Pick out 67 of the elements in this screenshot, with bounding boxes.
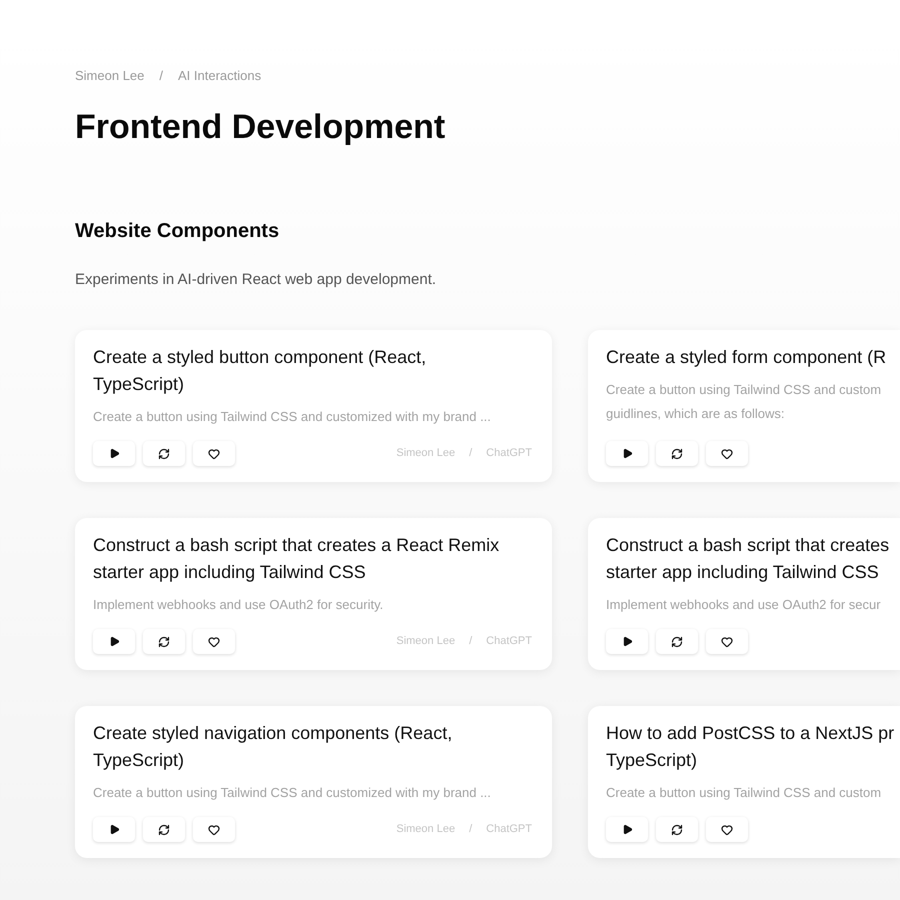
refresh-icon — [158, 824, 170, 836]
card-author: Simeon Lee — [396, 634, 456, 650]
play-icon — [108, 824, 120, 835]
card-title: Create a styled form component (R — [606, 346, 888, 369]
play-icon — [108, 448, 120, 459]
heart-icon — [721, 636, 733, 648]
card-description: Create a button using Tailwind CSS and custom — [606, 784, 882, 802]
prompt-card[interactable]: Create a styled button component (React, TypeScript) Create a button using Tailwind CSS and customized with my brand ... Simeon Lee / ChatGPT — [75, 330, 552, 482]
refresh-button[interactable] — [656, 441, 698, 466]
prompt-card[interactable]: How to add PostCSS to a NextJS pr TypeScript) Create a button using Tailwind CSS and custom — [588, 706, 900, 858]
prompt-card[interactable]: Construct a bash script that creates a React Remix starter app including Tailwind CSS Implement webhooks and use OAuth2 for security. Simeon Lee / ChatGPT — [75, 518, 552, 670]
card-author: Simeon Lee — [396, 822, 456, 838]
play-icon — [622, 636, 632, 647]
refresh-icon — [671, 636, 683, 648]
play-button[interactable] — [606, 441, 648, 466]
card-model: ChatGPT — [486, 822, 532, 838]
prompt-card[interactable]: Construct a bash script that creates starter app including Tailwind CSS Implement webhooks and use OAuth2 for secur — [588, 518, 900, 670]
card-title: Create styled navigation components (React, TypeScript) — [93, 722, 454, 772]
play-icon — [622, 448, 632, 459]
refresh-icon — [671, 448, 683, 460]
heart-icon — [721, 448, 733, 460]
card-model: ChatGPT — [486, 634, 532, 650]
card-description: Create a button using Tailwind CSS and customized with my brand ... — [93, 784, 492, 802]
play-button[interactable] — [93, 817, 135, 842]
card-description: Implement webhooks and use OAuth2 for security. — [93, 596, 384, 614]
breadcrumb-separator: / — [159, 67, 164, 85]
refresh-button[interactable] — [656, 817, 698, 842]
card-title: Construct a bash script that creates a React Remix starter app including Tailwind CSS — [93, 534, 500, 584]
card-title: Create a styled button component (React, TypeScript) — [93, 346, 428, 396]
page-title: Frontend Development — [75, 107, 446, 147]
card-description: Implement webhooks and use OAuth2 for secur — [606, 596, 882, 614]
heart-icon — [208, 636, 220, 648]
play-icon — [108, 636, 120, 647]
refresh-icon — [158, 448, 170, 460]
play-button[interactable] — [606, 817, 648, 842]
like-button[interactable] — [706, 441, 748, 466]
card-model: ChatGPT — [486, 446, 532, 462]
section-description: Experiments in AI-driven React web app development. — [75, 270, 438, 290]
heart-icon — [208, 824, 220, 836]
refresh-icon — [158, 636, 170, 648]
card-title: Construct a bash script that creates starter app including Tailwind CSS — [606, 534, 890, 584]
refresh-button[interactable] — [143, 629, 185, 654]
like-button[interactable] — [193, 441, 235, 466]
card-author: Simeon Lee — [396, 446, 456, 462]
like-button[interactable] — [193, 817, 235, 842]
card-description: Create a button using Tailwind CSS and customized with my brand ... — [93, 408, 492, 426]
play-button[interactable] — [93, 441, 135, 466]
refresh-icon — [671, 824, 683, 836]
prompt-card[interactable]: Create a styled form component (R Create a button using Tailwind CSS and custom guidlines, which are as follows: — [588, 330, 900, 482]
like-button[interactable] — [706, 817, 748, 842]
heart-icon — [208, 448, 220, 460]
refresh-button[interactable] — [143, 817, 185, 842]
meta-separator: / — [469, 822, 472, 838]
play-button[interactable] — [93, 629, 135, 654]
play-icon — [622, 824, 632, 835]
refresh-button[interactable] — [656, 629, 698, 654]
like-button[interactable] — [193, 629, 235, 654]
meta-separator: / — [469, 634, 472, 650]
prompt-card[interactable]: Create styled navigation components (React, TypeScript) Create a button using Tailwind CSS and customized with my brand ... Simeon Lee / ChatGPT — [75, 706, 552, 858]
heart-icon — [721, 824, 733, 836]
meta-separator: / — [469, 446, 472, 462]
like-button[interactable] — [706, 629, 748, 654]
refresh-button[interactable] — [143, 441, 185, 466]
card-description: Create a button using Tailwind CSS and custom guidlines, which are as follows: — [606, 381, 882, 423]
play-button[interactable] — [606, 629, 648, 654]
section-heading: Website Components — [75, 219, 280, 244]
card-title: How to add PostCSS to a NextJS pr TypeScript) — [606, 722, 896, 772]
